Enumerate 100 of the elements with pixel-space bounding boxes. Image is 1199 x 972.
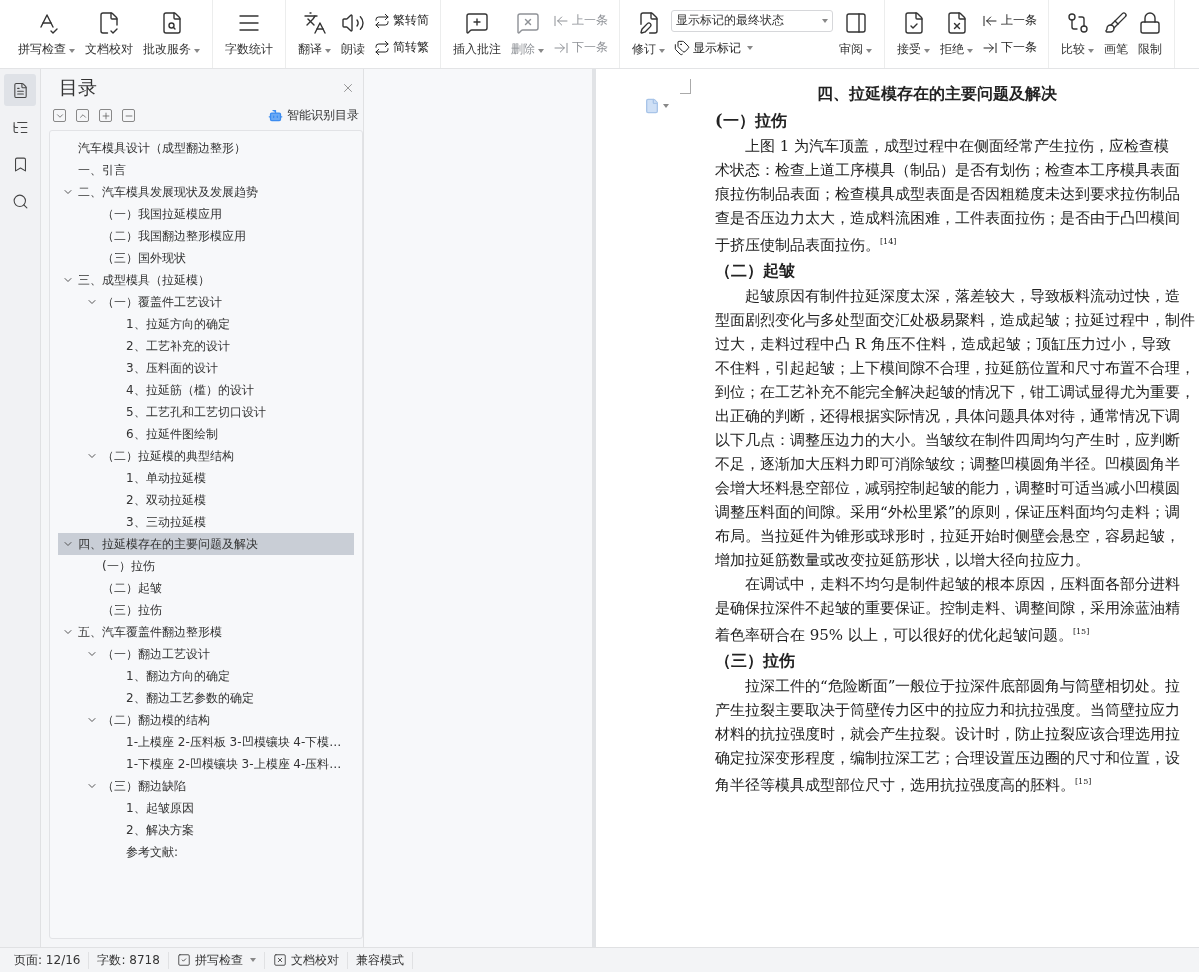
toc-item[interactable]: 二、汽车模具发展现状及发展趋势	[58, 181, 354, 203]
status-text: 字数: 8718	[89, 951, 169, 969]
toolbar-button[interactable]: 简转繁	[371, 37, 432, 58]
document-title: 四、拉延模存在的主要问题及解决	[816, 83, 1058, 105]
toc-item[interactable]: （一）我国拉延模应用	[58, 203, 354, 225]
text-line: 过大，走料过程中凸 R 角压不住料，造成起皱；顶缸压力过小，导致	[715, 334, 1172, 355]
toc-item[interactable]: 一、引言	[58, 159, 354, 181]
toc-item[interactable]: 3、三动拉延模	[58, 511, 354, 533]
text-line: 出正确的判断，还得根据实际情况，具体问题具体对待，通常情况下调	[715, 406, 1181, 427]
sidebar-tab[interactable]	[4, 74, 36, 106]
expand-all-button[interactable]	[53, 109, 66, 122]
toolbar-button[interactable]: 画笔	[1100, 6, 1132, 62]
section-heading: （三）拉伤	[715, 650, 796, 672]
toolbar-button[interactable]: 限制	[1134, 6, 1166, 62]
section-heading: (一）拉伤	[715, 110, 788, 132]
spellcheck-status-button[interactable]: 拼写检查	[168, 951, 265, 969]
toolbar-button[interactable]: 批改服务	[139, 6, 204, 62]
smart-toc-button[interactable]: 智能识别目录	[268, 107, 359, 124]
toolbar-button[interactable]: 繁转简	[371, 10, 432, 31]
document-icon[interactable]	[644, 98, 669, 114]
toc-item[interactable]: 5、工艺孔和工艺切口设计	[58, 401, 354, 423]
toc-item[interactable]: 2、翻边工艺参数的确定	[58, 687, 354, 709]
toolbar-button[interactable]: 文档校对	[81, 6, 137, 62]
toc-item[interactable]: 2、工艺补充的设计	[58, 335, 354, 357]
translate-icon	[302, 10, 327, 35]
toc-item[interactable]: 4、拉延筋（槛）的设计	[58, 379, 354, 401]
remove-level-button[interactable]	[122, 109, 135, 122]
toc-item[interactable]: 1、起皱原因	[58, 797, 354, 819]
text-line: 以下几点：调整压边力的大小。当皱纹在制件四周均匀产生时，应判断	[715, 430, 1181, 451]
toc-item[interactable]: （三）翻边缺陷	[58, 775, 354, 797]
toc-item[interactable]: 1、翻边方向的确定	[58, 665, 354, 687]
toolbar-button[interactable]: 审阅	[835, 6, 876, 62]
text-line: 上图 1 为汽车顶盖，成型过程中在侧面经常产生拉伤，应检查模	[744, 136, 1171, 157]
close-button[interactable]	[341, 81, 355, 95]
toolbar-button[interactable]: 插入批注	[449, 6, 505, 62]
toolbar-button[interactable]: 比较	[1057, 6, 1098, 62]
checkbox-icon	[176, 953, 191, 967]
text-line: 确定拉深变形程度，编制拉深工艺；合理设置压边圈的尺寸和位置，设	[715, 748, 1181, 769]
toc-item[interactable]: 2、解决方案	[58, 819, 354, 841]
text-line: 不足，逐渐加大压料力即可消除皱纹；调整凹模圆角半径。凹模圆角半	[715, 454, 1181, 475]
toolbar-button[interactable]: 拒绝	[936, 6, 977, 62]
toc-item[interactable]: 参考文献:	[58, 841, 354, 863]
text-line: 拉深工件的“危险断面”一般位于拉深件底部圆角与筒壁相切处。拉	[744, 676, 1182, 697]
collapse-all-button[interactable]	[76, 109, 89, 122]
toc-item[interactable]: 6、拉延件图绘制	[58, 423, 354, 445]
document-check-icon	[97, 10, 121, 35]
toc-item[interactable]: 3、压料面的设计	[58, 357, 354, 379]
toc-item[interactable]: （二）拉延模的典型结构	[58, 445, 354, 467]
toc-item[interactable]: 三、成型模具（拉延模）	[58, 269, 354, 291]
markup-icon	[674, 40, 690, 56]
markup-dropdown[interactable]: 显示标记的最终状态	[671, 9, 833, 32]
text-line: 起皱原因有制件拉延深度太深，落差较大，导致板料流动过快，造	[744, 286, 1181, 307]
text-line: 着色率研合在 95% 以上，可以很好的优化起皱问题。$^{[15]}$	[715, 625, 1091, 646]
toolbar-button[interactable]: 朗读	[337, 6, 369, 62]
lock-icon	[1138, 10, 1162, 35]
text-line: 材料的抗拉强度时，就会产生拉裂。设计时，防止拉裂应该合理选用拉	[715, 724, 1181, 745]
toc-item[interactable]: 四、拉延模存在的主要问题及解决	[58, 533, 354, 555]
toc-item[interactable]: （二）翻边模的结构	[58, 709, 354, 731]
toc-item[interactable]: 1-上模座 2-压料板 3-凹模镶块 4-下模…	[58, 731, 354, 753]
toc-item[interactable]: 2、双动拉延模	[58, 489, 354, 511]
toc-item[interactable]: 1、拉延方向的确定	[58, 313, 354, 335]
toc-item[interactable]: 汽车模具设计（成型翻边整形）	[58, 137, 354, 159]
toolbar-button[interactable]: 上一条	[979, 10, 1040, 31]
toc-item[interactable]: （二）我国翻边整形模应用	[58, 225, 354, 247]
toolbar-button[interactable]: 翻译	[294, 6, 335, 62]
section-heading: （二）起皱	[715, 260, 796, 282]
toc-item[interactable]: 五、汽车覆盖件翻边整形模	[58, 621, 354, 643]
text-line: 角半径等模具成型部位尺寸，选用抗拉强度高的胚料。$^{[15]}$	[715, 775, 1093, 796]
review-pane-icon	[843, 10, 868, 35]
outline-icon	[11, 81, 29, 99]
toolbar-button[interactable]: 修订	[628, 6, 669, 62]
toc-item[interactable]: （三）国外现状	[58, 247, 354, 269]
toc-item[interactable]: (一）拉伤	[58, 555, 354, 577]
toc-item[interactable]: 1、单动拉延模	[58, 467, 354, 489]
text-line: 布局。当拉延件为锥形或球形时，拉延开始时侧壁会悬空，容易起皱，	[715, 526, 1181, 547]
toolbar-button[interactable]: 显示标记	[671, 37, 833, 59]
toc-item[interactable]: （二）起皱	[58, 577, 354, 599]
search-icon	[11, 192, 29, 210]
toc-item[interactable]: （三）拉伤	[58, 599, 354, 621]
text-line: 于挤压使制品表面拉伤。$^{[14]}$	[715, 235, 898, 256]
proofread-status-button[interactable]: 文档校对	[264, 951, 348, 969]
delete-comment-icon	[515, 10, 540, 35]
text-line: 型面剧烈变化与多处型面交汇处极易聚料，造成起皱；拉延过程中，制件	[715, 310, 1196, 331]
text-line: 不住料，引起起皱；上下模间隙不合理，拉延筋位置和尺寸布置不合理，	[715, 358, 1196, 379]
text-line: 到位；在工艺补充不能完全解决起皱的情况下，钳工调试显得尤为重要，	[715, 382, 1196, 403]
robot-icon	[268, 108, 283, 123]
x-box-icon	[272, 953, 287, 967]
text-line: 在调试中，走料不均匀是制件起皱的根本原因，压料面各部分进料	[744, 574, 1181, 595]
toc-item[interactable]: 1-下模座 2-凹模镶块 3-上模座 4-压料…	[58, 753, 354, 775]
toolbar-button[interactable]: 下一条	[979, 37, 1040, 58]
text-line: 痕拉伤制品表面；检查模具成型表面是否因粗糙度未达到要求拉伤制品	[715, 184, 1181, 205]
add-level-button[interactable]	[99, 109, 112, 122]
toolbar-button[interactable]: 字数统计	[221, 6, 277, 62]
toolbar-button[interactable]: 拼写检查	[14, 6, 79, 62]
toc-item[interactable]: （一）翻边工艺设计	[58, 643, 354, 665]
text-line: 会增大坯料悬空部位，减弱控制起皱的能力，调整时可适当减小凹模圆	[715, 478, 1181, 499]
text-line: 产生拉裂主要取决于筒壁传力区中的拉应力和抗拉强度。当筒壁拉应力	[715, 700, 1181, 721]
toolbar-button[interactable]: 接受	[893, 6, 934, 62]
text-line: 术状态：检查上道工序模具（制品）是否有划伤；检查本工序模具表面	[715, 160, 1181, 181]
toc-item[interactable]: （一）覆盖件工艺设计	[58, 291, 354, 313]
